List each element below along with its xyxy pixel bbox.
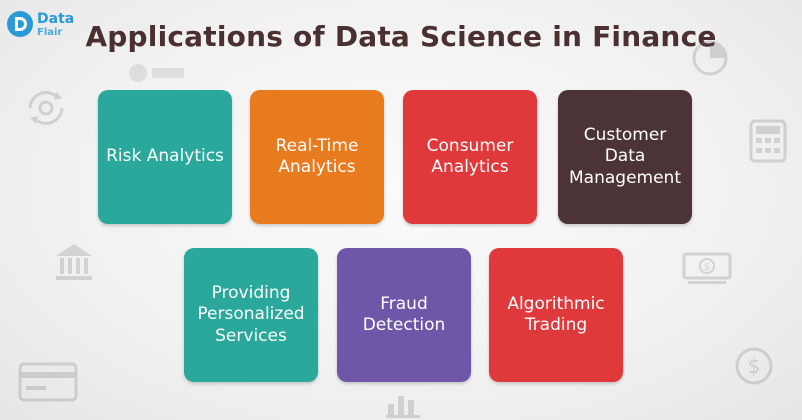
card-label: Fraud Detection [362,293,446,335]
card-fraud-detection: Fraud Detection [337,248,471,382]
card-label: Real-Time Analytics [275,135,359,177]
card-algorithmic-trading: Algorithmic Trading [489,248,623,382]
card-risk-analytics: Risk Analytics [98,90,232,224]
pie-chart-icon [690,38,730,78]
svg-text:$: $ [748,354,761,378]
card-label: Customer Data Management [569,125,681,188]
card-consumer-analytics: Consumer Analytics [403,90,537,224]
card-real-time-analytics: Real-Time Analytics [250,90,384,224]
card-label: Consumer Analytics [426,135,514,177]
credit-card-icon [18,362,78,402]
bar-chart-icon [384,384,424,418]
card-label: Providing Personalized Services [197,283,305,346]
card-providing-personalized-services: Providing Personalized Services [184,248,318,382]
calculator-icon [748,118,788,164]
bank-icon [52,240,96,284]
watermark-logo-icon [128,62,188,84]
dollar-coin-icon: $ [734,346,774,386]
cash-icon: $ [682,252,732,286]
svg-text:$: $ [704,262,710,273]
card-label: Risk Analytics [106,146,224,167]
card-customer-data-management: Customer Data Management [558,90,692,224]
refresh-gears-icon [20,82,72,134]
page-title: Applications of Data Science in Finance [85,20,717,53]
card-label: Algorithmic Trading [507,293,605,335]
